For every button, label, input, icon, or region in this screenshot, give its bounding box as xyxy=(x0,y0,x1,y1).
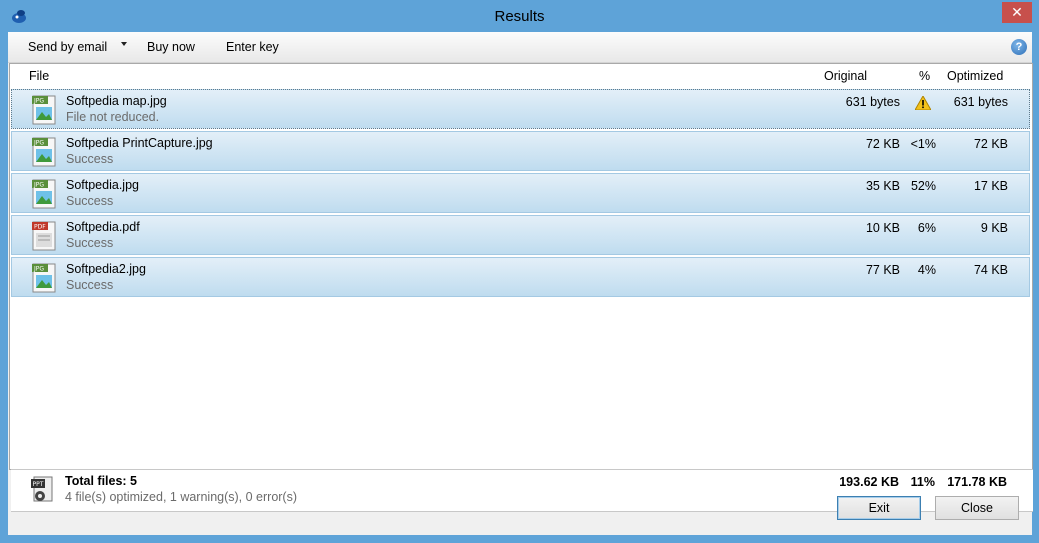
file-type-label: JPG xyxy=(33,98,44,105)
summary-original: 193.62 KB xyxy=(839,475,899,489)
jpg-file-icon: JPG xyxy=(32,263,56,293)
file-optimized-size: 72 KB xyxy=(973,137,1008,151)
file-original-size: 72 KB xyxy=(865,137,900,151)
file-row[interactable]: JPG Softpedia.jpg Success 35 KB 52% 17 KB xyxy=(11,173,1030,213)
file-percent: 4% xyxy=(917,263,936,277)
window-title: Results xyxy=(494,8,545,25)
client-area: Send by email Buy now Enter key ? File O… xyxy=(8,32,1033,535)
results-list[interactable]: File Original % Optimized JPG Softpedia m… xyxy=(9,63,1033,512)
file-row[interactable]: PDF Softpedia.pdf Success 10 KB 6% 9 KB xyxy=(11,215,1030,255)
enter-key-button[interactable]: Enter key xyxy=(226,40,279,54)
column-header-percent[interactable]: % xyxy=(919,64,930,88)
file-status: Success xyxy=(66,152,114,166)
column-header-original[interactable]: Original xyxy=(824,64,867,88)
summary-total: Total files: 5 xyxy=(65,474,138,488)
file-original-size: 631 bytes xyxy=(845,95,900,109)
exit-button[interactable]: Exit xyxy=(837,496,921,520)
file-name: Softpedia.jpg xyxy=(66,178,139,192)
file-status: Success xyxy=(66,278,114,292)
file-type-label: JPG xyxy=(33,140,44,147)
file-status: File not reduced. xyxy=(66,110,160,124)
summary-optimized: 171.78 KB xyxy=(947,475,1007,489)
chevron-down-icon[interactable] xyxy=(121,42,127,46)
jpg-file-icon: JPG xyxy=(32,95,56,125)
column-header-file[interactable]: File xyxy=(29,64,49,88)
file-optimized-size: 9 KB xyxy=(980,221,1008,235)
file-name: Softpedia.pdf xyxy=(66,220,140,234)
jpg-file-icon: JPG xyxy=(32,137,56,167)
file-status: Success xyxy=(66,194,114,208)
file-optimized-size: 74 KB xyxy=(973,263,1008,277)
toolbar: Send by email Buy now Enter key ? xyxy=(8,32,1032,63)
file-type-label: JPG xyxy=(33,266,44,273)
jpg-file-icon: JPG xyxy=(32,179,56,209)
buy-now-button[interactable]: Buy now xyxy=(147,40,195,54)
file-original-size: 35 KB xyxy=(865,179,900,193)
file-percent: 52% xyxy=(910,179,936,193)
help-icon[interactable]: ? xyxy=(1011,39,1027,55)
send-by-email-button[interactable]: Send by email xyxy=(28,40,107,54)
file-optimized-size: 631 bytes xyxy=(953,95,1008,109)
file-percent: 6% xyxy=(917,221,936,235)
file-archive-icon: PPT xyxy=(31,476,53,502)
results-window: Results ✕ Send by email Buy now Enter ke… xyxy=(0,0,1039,543)
window-close-button[interactable]: ✕ xyxy=(1002,2,1032,23)
file-type-label: PDF xyxy=(34,224,46,231)
column-header-optimized[interactable]: Optimized xyxy=(947,64,1003,88)
file-row[interactable]: JPG Softpedia map.jpg File not reduced. 631… xyxy=(11,89,1030,129)
file-name: Softpedia2.jpg xyxy=(66,262,146,276)
summary-icon-text: PPT xyxy=(33,481,44,488)
title-bar[interactable]: Results ✕ xyxy=(1,1,1038,32)
file-row[interactable]: JPG Softpedia PrintCapture.jpg Success 72 K… xyxy=(11,131,1030,171)
file-row[interactable]: JPG Softpedia2.jpg Success 77 KB 4% 74 KB xyxy=(11,257,1030,297)
close-button[interactable]: Close xyxy=(935,496,1019,520)
file-percent: <1% xyxy=(910,137,936,151)
pdf-file-icon: PDF xyxy=(32,221,56,251)
summary-percent: 11% xyxy=(910,475,935,489)
file-name: Softpedia map.jpg xyxy=(66,94,167,108)
file-optimized-size: 17 KB xyxy=(973,179,1008,193)
summary-detail: 4 file(s) optimized, 1 warning(s), 0 err… xyxy=(65,490,298,504)
warning-icon xyxy=(915,96,931,110)
file-status: Success xyxy=(66,236,114,250)
file-type-label: JPG xyxy=(33,182,44,189)
file-original-size: 77 KB xyxy=(865,263,900,277)
file-name: Softpedia PrintCapture.jpg xyxy=(66,136,213,150)
file-original-size: 10 KB xyxy=(865,221,900,235)
